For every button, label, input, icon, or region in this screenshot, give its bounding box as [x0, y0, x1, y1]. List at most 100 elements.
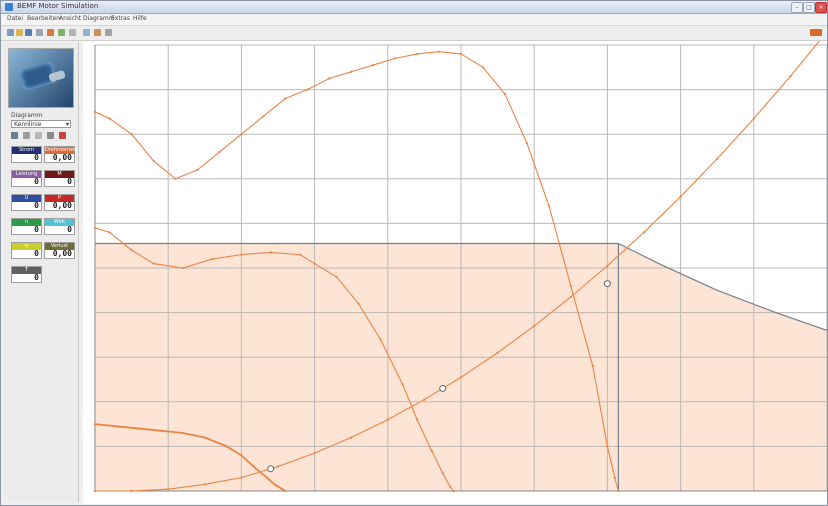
data-point — [273, 483, 276, 486]
value-tile-value: 0,00 — [52, 201, 72, 210]
value-tile: n0 — [11, 218, 42, 235]
data-point — [284, 97, 287, 100]
data-point — [196, 168, 199, 171]
data-point — [569, 295, 572, 299]
value-tile: M0 — [44, 170, 75, 187]
save-icon[interactable] — [25, 29, 32, 36]
motor-logo-icon — [8, 48, 74, 108]
data-point — [108, 231, 111, 234]
data-point — [203, 436, 206, 439]
close-button[interactable]: × — [815, 2, 827, 13]
sidebar: Diagramm Kennlinie ▾ Strom 0 Drehmoment 0,0… — [4, 42, 79, 502]
minimize-button[interactable]: – — [791, 2, 803, 13]
delete-icon[interactable] — [59, 132, 66, 139]
data-point — [280, 487, 283, 490]
settings-icon[interactable] — [69, 29, 76, 36]
title-bar: BEMF Motor Simulation – □ × — [1, 1, 827, 14]
data-point — [415, 418, 419, 421]
data-point — [533, 324, 536, 328]
operating-point-marker — [603, 280, 611, 288]
data-point — [240, 253, 243, 256]
copy-icon[interactable] — [35, 132, 42, 139]
menu-edit[interactable]: Bearbeiten — [27, 15, 60, 22]
open-icon[interactable] — [16, 29, 23, 36]
value-tile: P 0,00 — [44, 194, 75, 211]
help-icon[interactable] — [105, 29, 112, 36]
data-point — [591, 365, 594, 368]
toolbar — [1, 26, 827, 41]
list-icon[interactable] — [47, 132, 54, 139]
data-point — [152, 262, 155, 265]
maximize-button[interactable]: □ — [803, 2, 815, 13]
value-tile: Leistung 0 — [11, 170, 42, 187]
data-point — [240, 476, 243, 479]
data-point — [108, 117, 111, 120]
data-point — [93, 226, 97, 229]
value-tile-value: 0 — [34, 249, 39, 258]
value-tile: Drehmoment 0,00 — [44, 146, 78, 163]
zoom-icon[interactable] — [83, 29, 90, 36]
data-point — [372, 63, 375, 67]
data-point — [481, 66, 485, 69]
data-point — [430, 449, 433, 452]
data-point — [284, 489, 287, 493]
refresh-icon[interactable] — [58, 29, 65, 36]
data-point — [452, 489, 455, 493]
data-point — [152, 159, 155, 163]
data-point — [262, 115, 265, 118]
data-point — [394, 57, 397, 60]
data-point — [93, 489, 97, 493]
value-tile-value: 0 — [34, 201, 39, 210]
chart-icon[interactable] — [94, 29, 101, 36]
sidebar-tools — [11, 132, 71, 140]
new-icon[interactable] — [7, 29, 14, 36]
data-point — [313, 262, 316, 265]
export-icon[interactable] — [47, 29, 54, 36]
data-point — [130, 249, 133, 252]
operating-point-marker — [267, 465, 275, 473]
app-icon — [5, 3, 13, 11]
brand-icon — [810, 29, 822, 36]
menu-help[interactable]: Hilfe — [133, 15, 147, 22]
diagram-select[interactable]: Kennlinie ▾ — [11, 120, 71, 128]
data-point — [423, 398, 426, 401]
value-tile-value: 0 — [67, 177, 72, 186]
menu-file[interactable]: Datei — [7, 15, 23, 22]
data-point — [386, 418, 389, 421]
value-tile-value: 0,00 — [52, 249, 72, 258]
menu-view[interactable]: Ansicht — [59, 15, 81, 22]
chart-area[interactable] — [83, 41, 827, 504]
data-point — [328, 77, 331, 80]
data-point — [167, 488, 170, 491]
data-point — [448, 485, 452, 488]
data-point — [130, 133, 133, 136]
cursor-icon[interactable] — [23, 132, 30, 139]
value-tile: η0 — [11, 242, 42, 259]
data-point — [525, 142, 528, 145]
data-point — [218, 150, 221, 154]
data-point — [679, 195, 682, 198]
data-point — [306, 88, 309, 91]
data-point — [276, 465, 280, 468]
data-point — [350, 436, 353, 439]
menu-chart[interactable]: Diagramm — [83, 15, 115, 22]
data-point — [642, 231, 646, 234]
data-point — [459, 376, 463, 379]
data-point — [254, 467, 258, 470]
data-point — [240, 133, 243, 136]
data-point — [401, 382, 404, 386]
pointer-icon[interactable] — [11, 132, 18, 139]
data-point — [547, 204, 550, 207]
menu-tools[interactable]: Extras — [111, 15, 130, 22]
data-point — [130, 489, 133, 493]
data-point — [503, 92, 507, 96]
selector-label: Diagramm — [11, 112, 43, 119]
data-point — [350, 70, 353, 73]
print-icon[interactable] — [36, 29, 43, 36]
data-point — [313, 451, 316, 455]
characteristic-chart[interactable] — [83, 41, 827, 504]
app-window: BEMF Motor Simulation – □ × Datei Bearbe… — [0, 0, 828, 506]
data-point — [437, 50, 441, 53]
data-point — [569, 284, 572, 287]
data-point — [159, 429, 162, 432]
